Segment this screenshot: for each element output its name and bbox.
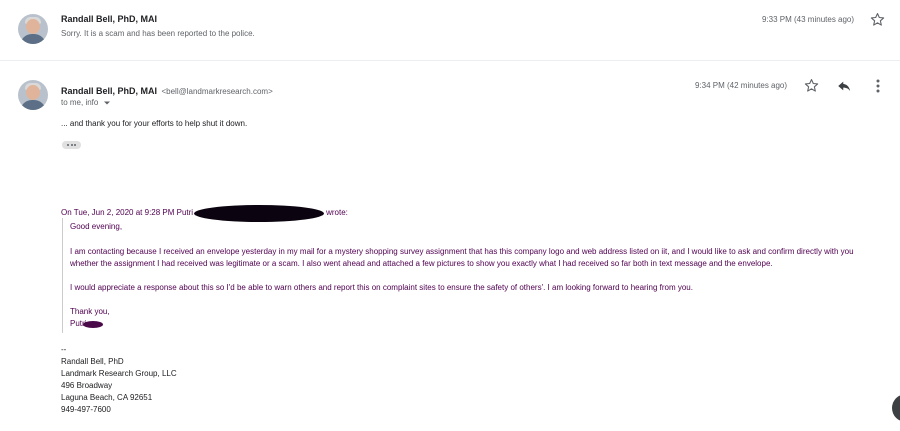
quote-paragraph-1-line-1: I am contacting because I received an en… — [70, 247, 854, 256]
signature-city: Laguna Beach, CA 92651 — [61, 393, 153, 402]
more-vert-icon[interactable] — [876, 79, 880, 93]
ellipsis-icon[interactable] — [62, 141, 81, 149]
quote-signature-line: Putri — [70, 318, 104, 331]
message-divider — [0, 60, 900, 61]
sender-name[interactable]: Randall Bell, PhD, MAI — [61, 14, 157, 24]
quote-paragraph-2: I would appreciate a response about this… — [70, 283, 693, 292]
recipients-line[interactable]: to me, info — [61, 98, 111, 107]
quote-header-prefix: On Tue, Jun 2, 2020 at 9:28 PM Putri — [61, 208, 194, 218]
signature-street: 496 Broadway — [61, 381, 113, 390]
sender-email: <bell@landmarkresearch.com> — [161, 87, 273, 96]
dropdown-arrow-icon[interactable] — [103, 100, 111, 106]
reply-icon[interactable] — [837, 79, 852, 93]
sender-line: Randall Bell, PhD, MAI <bell@landmarkres… — [61, 81, 273, 99]
redacted-email — [194, 205, 325, 222]
star-icon[interactable] — [870, 12, 885, 27]
message-time: 9:33 PM (43 minutes ago) — [762, 15, 855, 24]
signature-dashes: -- — [61, 345, 67, 354]
signature-name: Randall Bell, PhD — [61, 357, 124, 366]
quote-header: On Tue, Jun 2, 2020 at 9:28 PM Putri wro… — [61, 205, 348, 222]
quote-bar — [62, 218, 63, 333]
message-snippet[interactable]: Sorry. It is a scam and has been reporte… — [61, 29, 255, 38]
signature-company: Landmark Research Group, LLC — [61, 369, 177, 378]
floating-action-button[interactable] — [892, 394, 900, 422]
message-body: ... and thank you for your efforts to he… — [61, 119, 248, 128]
sender-avatar[interactable] — [18, 80, 48, 110]
quote-closing: Thank you, — [70, 307, 110, 316]
star-icon[interactable] — [804, 78, 819, 93]
quote-greeting: Good evening, — [70, 222, 123, 231]
email-signature: -- Randall Bell, PhD Landmark Research G… — [61, 344, 177, 416]
recipients[interactable]: to me, info — [61, 98, 98, 107]
sender-name[interactable]: Randall Bell, PhD, MAI — [61, 86, 157, 96]
message-time: 9:34 PM (42 minutes ago) — [695, 81, 788, 90]
quote-header-suffix: wrote: — [326, 208, 348, 218]
quote-paragraph-1-line-2: whether the assignment I had received wa… — [70, 259, 773, 268]
sender-avatar[interactable] — [18, 14, 48, 44]
signature-phone: 949-497-7600 — [61, 405, 111, 414]
redacted-name — [83, 320, 104, 328]
